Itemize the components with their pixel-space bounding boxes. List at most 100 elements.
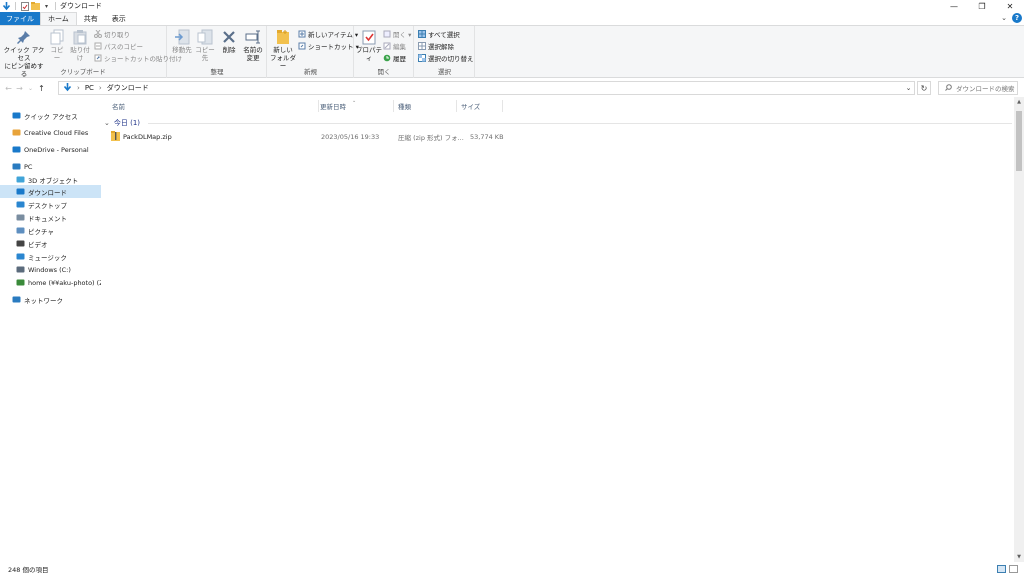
vertical-scrollbar[interactable]: ▲ ▼ (1014, 97, 1024, 562)
new-folder-button[interactable]: 新しい フォルダー (270, 29, 296, 70)
move-to-button[interactable]: 移動先 (171, 29, 193, 54)
tab-view[interactable]: 表示 (105, 12, 133, 25)
zip-folder-icon (111, 130, 120, 143)
nav-item[interactable]: OneDrive - Personal (0, 143, 101, 156)
cut-button[interactable]: 切り取り (94, 29, 130, 39)
new-folder-icon (275, 29, 291, 45)
ribbon-group-open: プロパティ 開く ▾ 編集 履歴 開く (355, 26, 414, 78)
pin-label-line1: クイック アクセス (3, 46, 45, 62)
ribbon-group-select: すべて選択 選択解除 選択の切り替え 選択 (415, 26, 475, 78)
history-button[interactable]: 履歴 (383, 53, 406, 63)
down-arrow-icon[interactable] (2, 1, 11, 11)
select-all-button[interactable]: すべて選択 (418, 29, 460, 39)
expand-ribbon-icon[interactable]: ⌄ (1001, 14, 1007, 22)
nav-item-label: 3D オブジェクト (28, 176, 79, 185)
maximize-button[interactable]: ❐ (968, 0, 996, 12)
tab-file[interactable]: ファイル (0, 12, 40, 25)
copy-path-button[interactable]: パスのコピー (94, 41, 143, 51)
window-title: ダウンロード (60, 2, 102, 10)
forward-button[interactable]: → (14, 81, 25, 95)
nav-item[interactable]: Windows (C:) (0, 263, 101, 276)
nav-item[interactable]: ドキュメント (0, 211, 101, 224)
column-header-size[interactable]: サイズ (457, 100, 503, 112)
select-all-icon (418, 30, 426, 38)
tab-home[interactable]: ホーム (40, 12, 77, 25)
scroll-down-arrow[interactable]: ▼ (1014, 552, 1024, 562)
delete-button[interactable]: 削除 (220, 29, 238, 54)
search-box[interactable]: ダウンロードの検索 (938, 81, 1018, 95)
nav-item[interactable]: ミュージック (0, 250, 101, 263)
breadcrumb-separator: › (77, 84, 80, 92)
group-label: 今日 (1) (113, 119, 141, 127)
file-name: PackDLMap.zip (123, 132, 172, 141)
nav-item[interactable]: ビデオ (0, 237, 101, 250)
address-bar[interactable]: › PC › ダウンロード (58, 81, 915, 95)
video-icon (16, 239, 25, 248)
history-icon (383, 54, 391, 62)
edit-label: 編集 (393, 43, 406, 51)
help-icon[interactable]: ? (1012, 13, 1022, 23)
properties-icon[interactable] (20, 1, 29, 11)
edit-button[interactable]: 編集 (383, 41, 406, 51)
scroll-up-arrow[interactable]: ▲ (1014, 97, 1024, 107)
scroll-thumb[interactable] (1016, 111, 1022, 171)
nav-item[interactable]: home (¥¥aku-photo) (Z:) (0, 276, 101, 289)
customize-toolbar-icon[interactable]: ▾ (42, 2, 51, 11)
properties-button[interactable]: プロパティ (356, 29, 382, 62)
column-header-type[interactable]: 種類 (394, 100, 457, 112)
new-folder-icon[interactable] (31, 2, 40, 11)
copy-button[interactable]: コピー (48, 29, 66, 62)
group-divider (148, 122, 1012, 124)
recent-locations-button[interactable]: ⌄ (25, 81, 36, 95)
copy-to-button[interactable]: コピー先 (194, 29, 216, 62)
paste-button[interactable]: 貼り付け (68, 29, 92, 62)
properties-icon (361, 29, 377, 45)
open-button[interactable]: 開く ▾ (383, 29, 411, 39)
nav-item-label: ネットワーク (24, 296, 63, 305)
breadcrumb-downloads[interactable]: ダウンロード (107, 83, 149, 93)
tab-share[interactable]: 共有 (77, 12, 105, 25)
easy-access-button[interactable]: ショートカット ▾ (298, 41, 359, 51)
nav-item-label: OneDrive - Personal (24, 145, 89, 154)
nav-item[interactable]: PC (0, 160, 101, 173)
address-history-dropdown[interactable]: ⌄ (902, 81, 915, 95)
nav-item-label: クイック アクセス (24, 112, 78, 121)
nav-item[interactable]: デスクトップ (0, 198, 101, 211)
nav-item-label: ピクチャ (28, 227, 54, 236)
nav-item-label: home (¥¥aku-photo) (Z:) (28, 278, 101, 287)
new-item-button[interactable]: 新しいアイテム ▾ (298, 29, 358, 39)
ribbon-group-organize: 移動先 コピー先 削除 名前の 変更 整理 (168, 26, 267, 78)
up-button[interactable]: ↑ (36, 81, 47, 95)
cloud-icon (12, 145, 21, 154)
nav-item[interactable]: ダウンロード (0, 185, 101, 198)
search-icon (945, 83, 952, 93)
nav-item-label: ビデオ (28, 240, 48, 249)
back-button[interactable]: ← (3, 81, 14, 95)
details-view-button[interactable] (997, 565, 1006, 573)
toolbar-divider (15, 2, 16, 10)
download-folder-icon (63, 82, 72, 94)
nav-item[interactable]: ピクチャ (0, 224, 101, 237)
refresh-button[interactable]: ↻ (917, 81, 931, 95)
computer-icon (12, 162, 21, 171)
invert-selection-button[interactable]: 選択の切り替え (418, 53, 474, 63)
select-none-label: 選択解除 (428, 43, 454, 51)
large-icons-view-button[interactable] (1009, 565, 1018, 573)
ribbon-help-area: ⌄ ? (1001, 13, 1022, 23)
select-none-button[interactable]: 選択解除 (418, 41, 454, 51)
close-button[interactable]: ✕ (996, 0, 1024, 12)
file-size: 53,774 KB (470, 132, 504, 141)
nav-item[interactable]: ネットワーク (0, 293, 101, 306)
nav-item[interactable]: クイック アクセス (0, 109, 101, 122)
rename-button[interactable]: 名前の 変更 (241, 29, 265, 62)
minimize-button[interactable]: — (940, 0, 968, 12)
nav-item[interactable]: Creative Cloud Files (0, 126, 101, 139)
column-header-name[interactable]: 名前 (108, 100, 319, 112)
shortcut-icon (298, 42, 306, 50)
file-row[interactable]: PackDLMap.zip 2023/05/16 19:33 圧縮 (zip 形… (107, 130, 504, 143)
breadcrumb-pc[interactable]: PC (85, 84, 94, 92)
ribbon: クイック アクセス にピン留めする コピー 貼り付け 切り取り パスのコピー シ… (0, 25, 1024, 78)
group-collapse-icon[interactable]: ⌄ (104, 119, 110, 127)
group-header-today[interactable]: ⌄ 今日 (1) (104, 117, 1012, 129)
open-icon (383, 30, 391, 38)
